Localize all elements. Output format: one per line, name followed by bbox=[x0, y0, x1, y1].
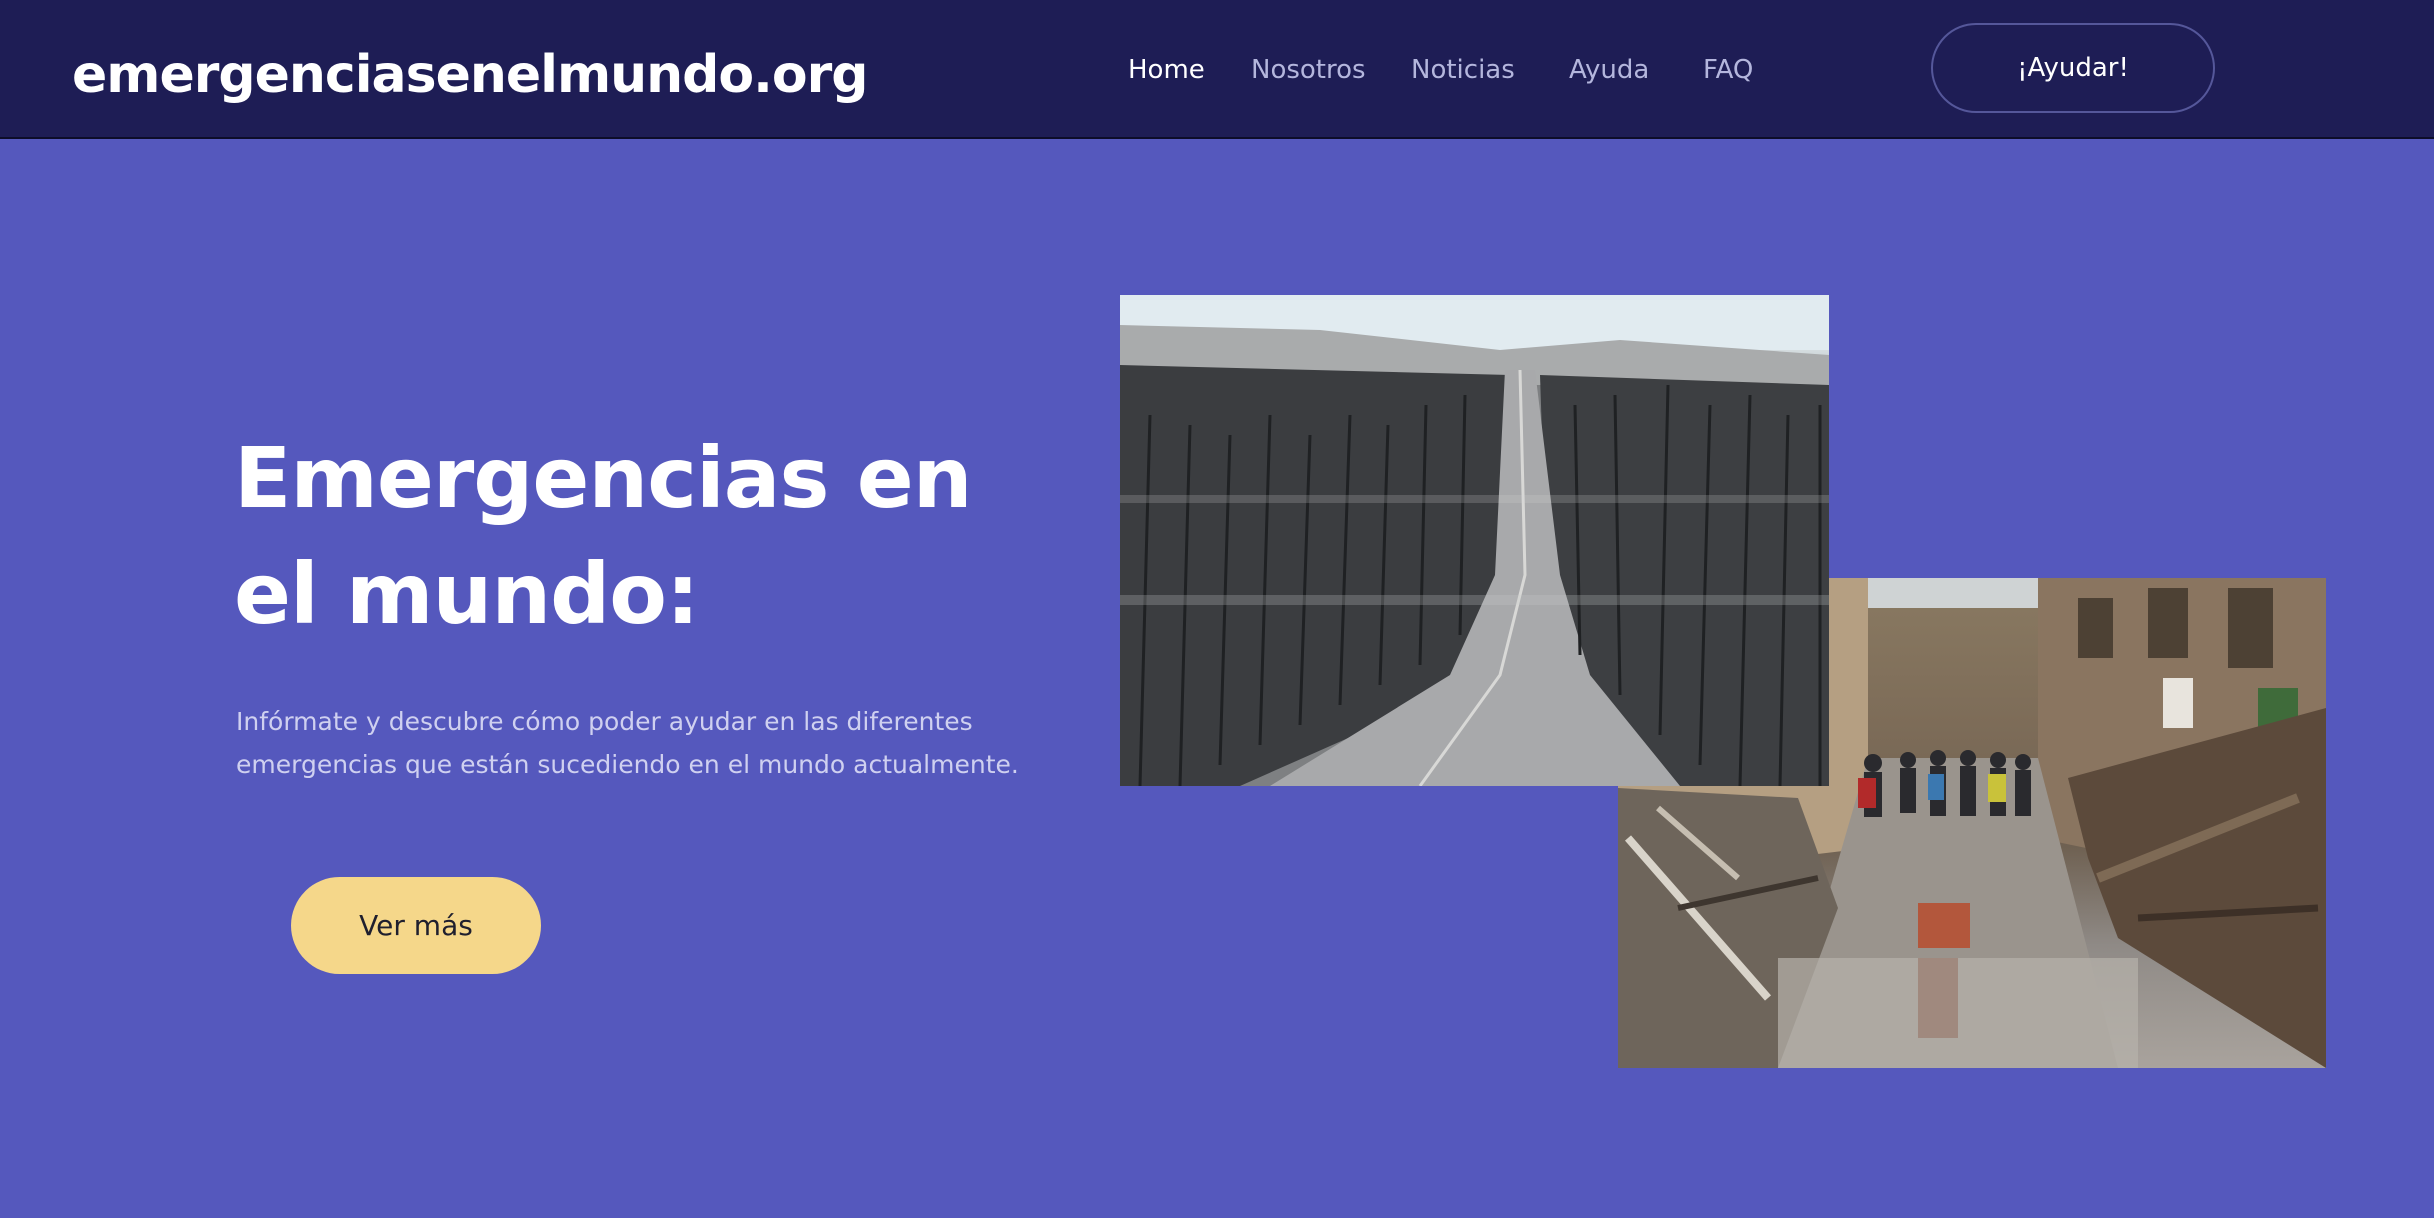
nav-link-ayuda[interactable]: Ayuda bbox=[1569, 50, 1649, 90]
hero-title-line2: el mundo: bbox=[234, 545, 700, 643]
nav-link-faq[interactable]: FAQ bbox=[1703, 50, 1753, 90]
nav-link-nosotros[interactable]: Nosotros bbox=[1251, 50, 1366, 90]
hero-description: Infórmate y descubre cómo poder ayudar e… bbox=[236, 700, 1056, 786]
site-logo[interactable]: emergenciasenelmundo.org bbox=[72, 40, 868, 110]
hero-description-line1: Infórmate y descubre cómo poder ayudar e… bbox=[236, 707, 973, 736]
navbar: emergenciasenelmundo.org Home Nosotros N… bbox=[0, 0, 2434, 139]
hero-title: Emergencias en el mundo: bbox=[234, 420, 1034, 652]
burnt-forest-road-photo bbox=[1120, 295, 1829, 786]
see-more-button[interactable]: Ver más bbox=[291, 877, 541, 974]
hero-title-line1: Emergencias en bbox=[234, 429, 972, 527]
nav-link-noticias[interactable]: Noticias bbox=[1411, 50, 1515, 90]
hero-description-line2: emergencias que están sucediendo en el m… bbox=[236, 750, 1019, 779]
help-button[interactable]: ¡Ayudar! bbox=[1931, 23, 2215, 113]
nav-link-home[interactable]: Home bbox=[1128, 50, 1205, 90]
